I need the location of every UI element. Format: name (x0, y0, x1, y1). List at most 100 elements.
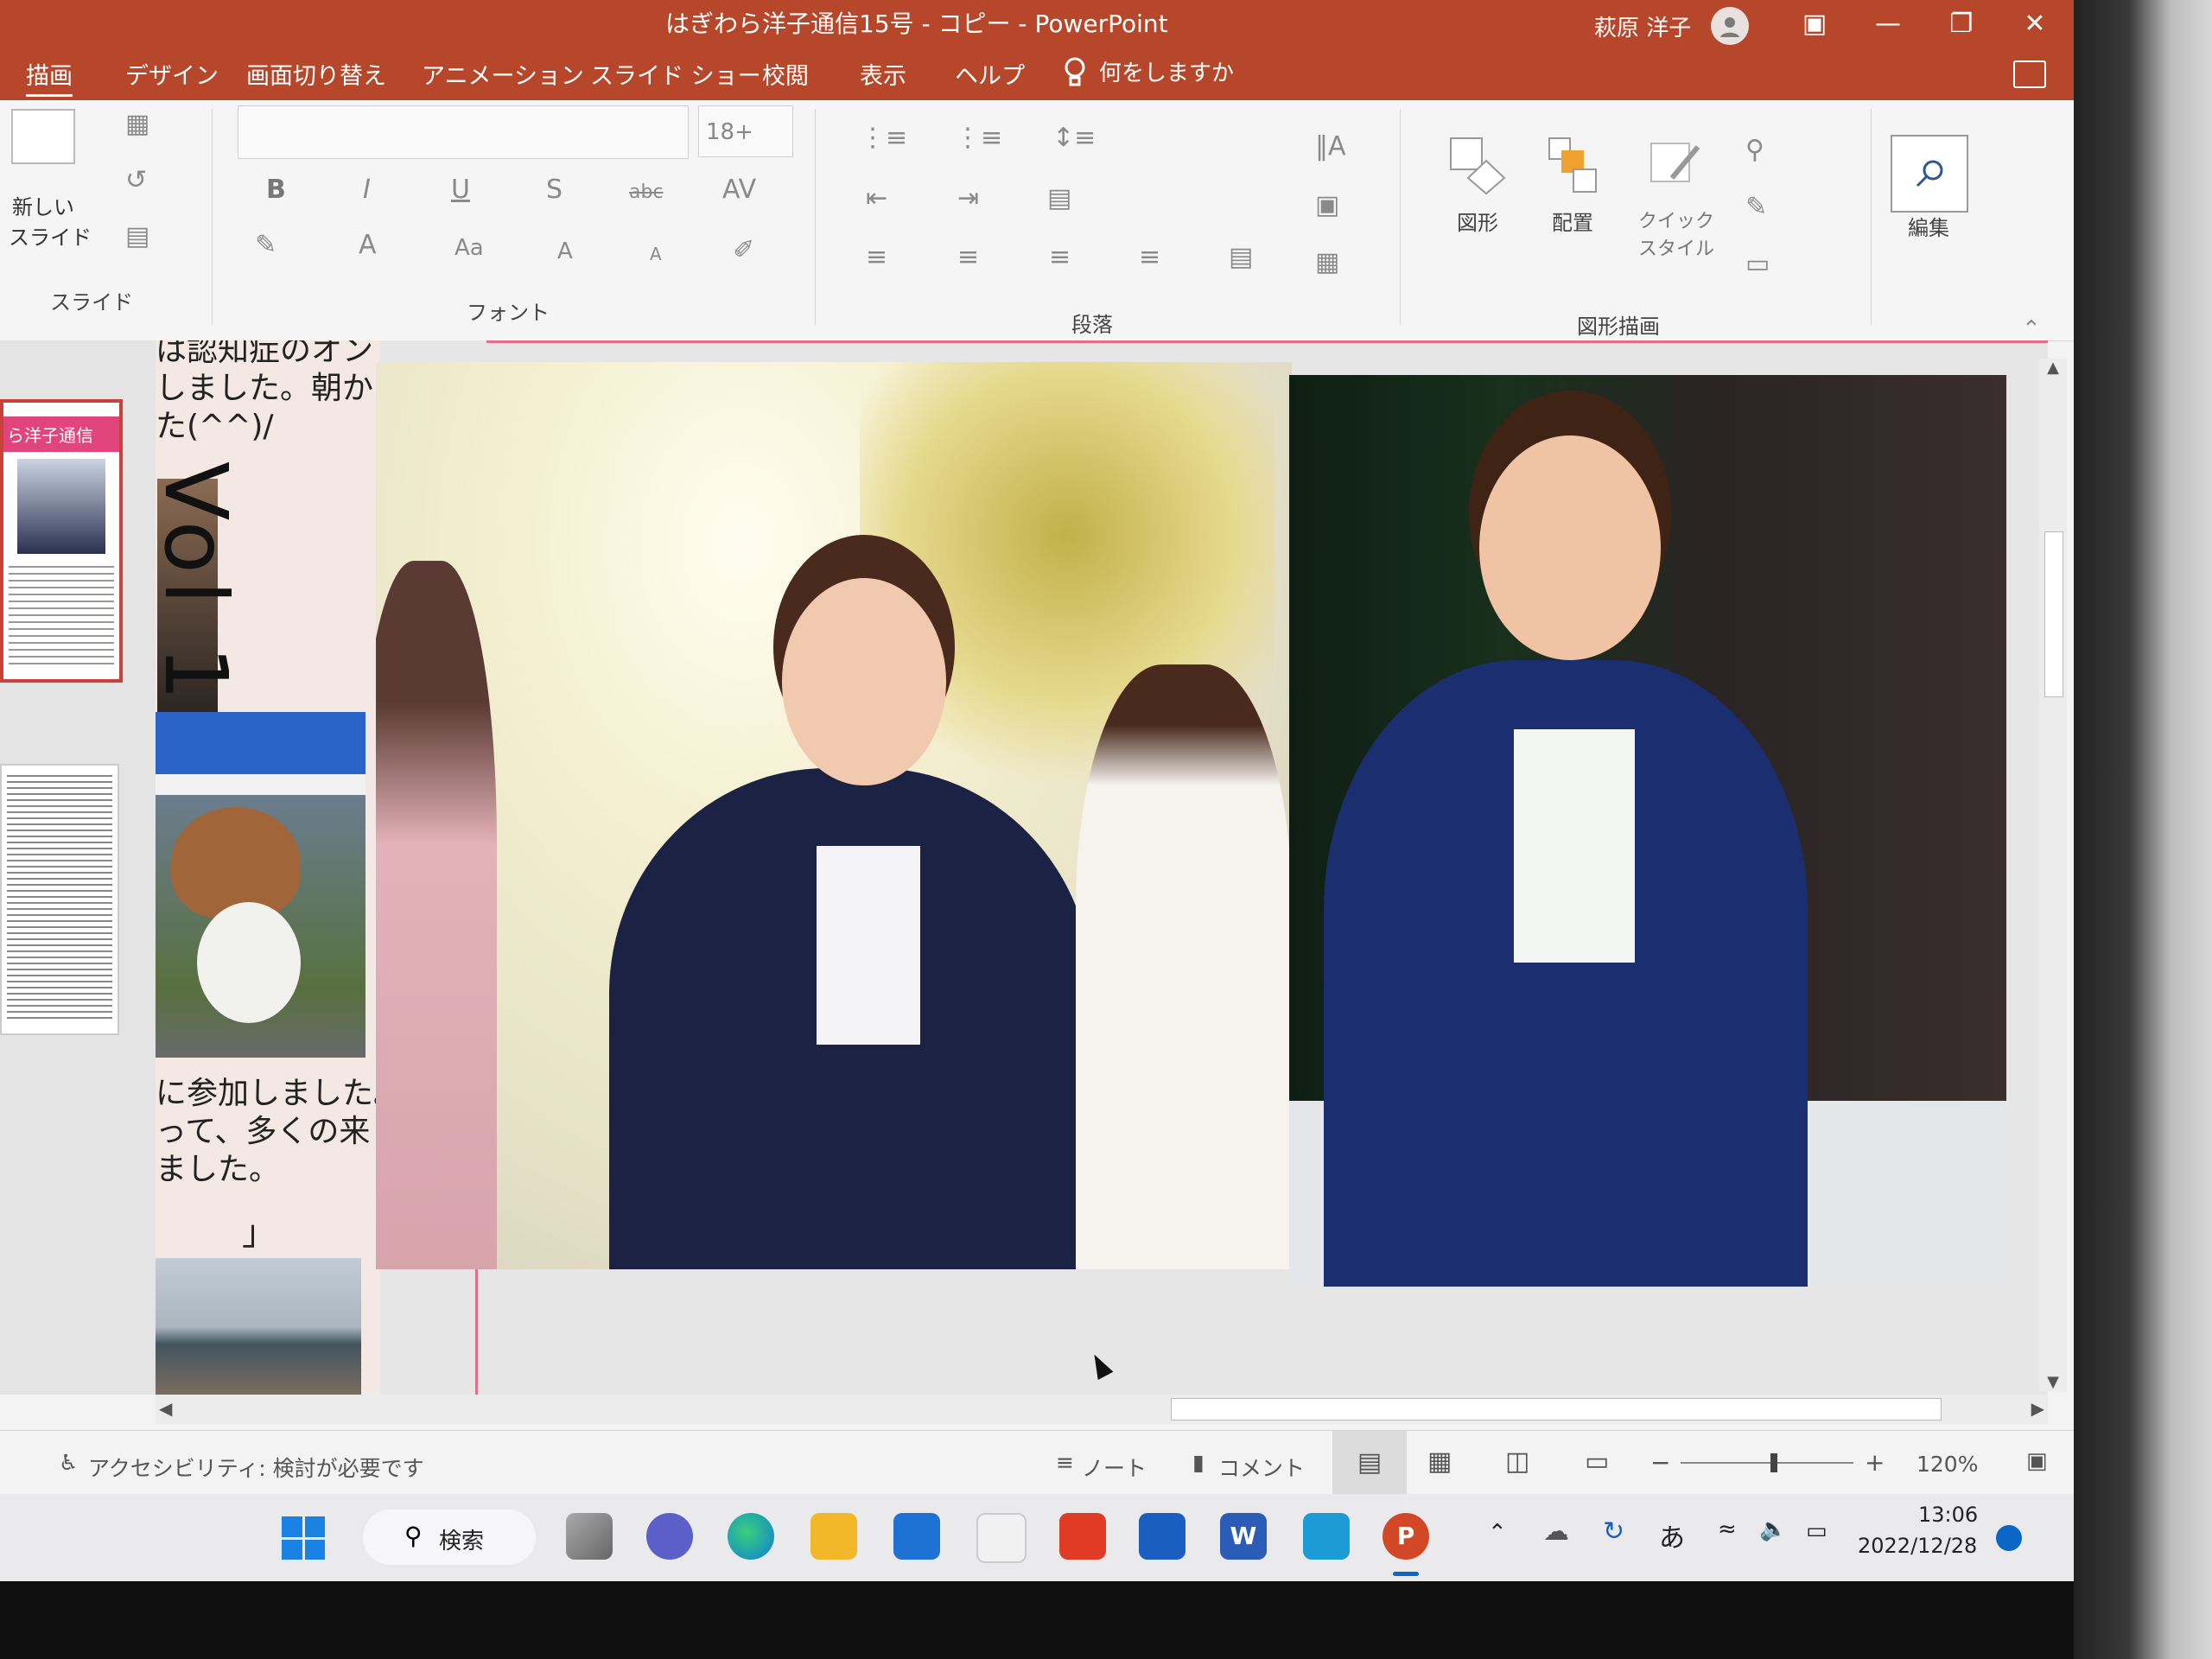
line-spacing-icon[interactable]: ↕≡ (1052, 123, 1096, 153)
start-button[interactable] (282, 1516, 325, 1560)
collapse-ribbon-icon[interactable]: ⌃ (2022, 316, 2041, 342)
tab-help[interactable]: ヘルプ (955, 57, 1025, 91)
sync-icon[interactable]: ↻ (1603, 1516, 1624, 1547)
comments-icon[interactable] (2013, 60, 2046, 88)
shape-effects-icon[interactable]: ▭ (1745, 249, 1770, 279)
powerpoint-icon[interactable]: P (1382, 1513, 1429, 1560)
ime-indicator[interactable]: あ (1659, 1516, 1685, 1554)
strikethrough-button[interactable]: abc (629, 181, 664, 203)
battery-icon[interactable]: ▭ (1806, 1518, 1827, 1544)
office-icon[interactable] (1059, 1513, 1106, 1560)
bullets-icon[interactable]: ⋮≡ (860, 123, 907, 153)
slide-text-top[interactable]: は認知症のオン しました。朝から た(^^)/ (156, 340, 404, 446)
shape-fill-icon[interactable]: ⚲ (1745, 135, 1764, 165)
scroll-thumb[interactable] (2044, 531, 2063, 697)
file-explorer-icon[interactable] (810, 1513, 857, 1560)
ribbon-display-options-icon[interactable]: ▣ (1789, 5, 1840, 43)
user-name[interactable]: 萩原 洋子 (1594, 10, 1691, 42)
clock-date[interactable]: 2022/12/28 (1858, 1534, 1977, 1558)
layout-icon[interactable]: ▦ (125, 109, 149, 139)
restore-button[interactable]: ❐ (1936, 5, 1987, 43)
search-button[interactable]: ⚲ 検索 (363, 1510, 536, 1565)
mail-icon[interactable] (893, 1513, 940, 1560)
accessibility-icon[interactable]: ♿ (59, 1450, 78, 1475)
bold-button[interactable]: B (266, 175, 286, 205)
shapes-button[interactable]: 図形 (1439, 135, 1516, 236)
tab-view[interactable]: 表示 (860, 57, 906, 91)
align-text-vertical-icon[interactable]: ▣ (1315, 190, 1339, 220)
slideshow-view-button[interactable]: ▭ (1585, 1446, 1609, 1477)
font-name-input[interactable] (238, 105, 689, 159)
smartart-icon[interactable]: ▦ (1315, 247, 1339, 277)
horizontal-scrollbar[interactable]: ◀ ▶ (156, 1395, 2048, 1424)
tab-transitions[interactable]: 画面切り替え (246, 57, 386, 91)
notepad-icon[interactable] (1303, 1513, 1350, 1560)
teams-chat-icon[interactable] (646, 1513, 693, 1560)
show-hidden-icons-icon[interactable]: ⌃ (1488, 1520, 1507, 1546)
change-case-button[interactable]: Aa (454, 235, 484, 261)
increase-indent-icon[interactable]: ⇥ (957, 183, 979, 213)
highlight-icon[interactable]: ✎ (255, 230, 276, 260)
slide-vol-text[interactable]: Vol 1 (156, 461, 246, 708)
normal-view-button[interactable]: ▤ (1332, 1431, 1407, 1495)
onedrive-icon[interactable]: ☁ (1543, 1516, 1569, 1547)
slide-thumbnail-1[interactable]: ら洋子通信 (0, 399, 123, 683)
zoom-slider[interactable] (1681, 1453, 1853, 1472)
italic-button[interactable]: I (363, 175, 371, 205)
align-right-icon[interactable]: ≡ (1049, 242, 1071, 272)
task-view-icon[interactable] (566, 1513, 613, 1560)
tab-slideshow[interactable]: スライド ショー (590, 57, 761, 91)
minimize-button[interactable]: — (1862, 5, 1914, 43)
new-slide-button[interactable]: 新しい スライド (9, 109, 92, 251)
grow-font-button[interactable]: A (557, 238, 573, 264)
onenote-app-icon[interactable] (1139, 1513, 1185, 1560)
slide-editor[interactable]: は認知症のオン しました。朝から た(^^)/ Vol 1 に参加しました。 っ… (156, 340, 2048, 1395)
align-center-icon[interactable]: ≡ (957, 242, 979, 272)
edge-browser-icon[interactable] (728, 1513, 774, 1560)
slide-photo-woman-talking[interactable] (376, 362, 1292, 1269)
wifi-icon[interactable]: ≈ (1718, 1516, 1737, 1542)
zoom-level[interactable]: 120% (1916, 1452, 1978, 1477)
arrange-button[interactable]: 配置 (1534, 135, 1611, 236)
slide-photo-woman-standing[interactable] (1289, 375, 2006, 1287)
comments-button[interactable]: コメント (1218, 1452, 1305, 1483)
columns-icon[interactable]: ▤ (1047, 183, 1071, 213)
section-icon[interactable]: ▤ (125, 221, 149, 251)
numbering-icon[interactable]: ⋮≡ (955, 123, 1002, 153)
microsoft-store-icon[interactable] (976, 1513, 1027, 1563)
tab-draw[interactable]: 描画 (26, 57, 73, 97)
reading-view-button[interactable]: ◫ (1505, 1446, 1529, 1477)
clock-time[interactable]: 13:06 (1918, 1503, 1978, 1527)
accessibility-status[interactable]: アクセシビリティ: 検討が必要です (88, 1452, 424, 1483)
font-color-button[interactable]: A (359, 230, 377, 260)
shape-outline-icon[interactable]: ✎ (1745, 192, 1767, 222)
zoom-slider-handle[interactable] (1770, 1453, 1777, 1472)
word-icon[interactable]: W (1220, 1513, 1267, 1560)
decrease-indent-icon[interactable]: ⇤ (866, 183, 887, 213)
close-button[interactable]: ✕ (2009, 5, 2061, 43)
volume-icon[interactable]: 🔈 (1759, 1516, 1787, 1542)
tab-review[interactable]: 校閲 (762, 57, 809, 91)
text-direction-icon[interactable]: ‖A (1315, 131, 1346, 162)
reset-icon[interactable]: ↺ (125, 165, 147, 195)
clear-formatting-icon[interactable]: ✐ (733, 235, 754, 265)
underline-button[interactable]: U (451, 175, 470, 205)
fit-to-window-icon[interactable]: ▣ (2026, 1448, 2048, 1474)
tell-me-box[interactable]: 何をしますか (1063, 55, 1234, 87)
scroll-up-icon[interactable]: ▲ (2039, 359, 2067, 377)
notes-button[interactable]: ノート (1082, 1452, 1147, 1483)
shadow-button[interactable]: S (546, 175, 563, 205)
quick-styles-button[interactable]: クイック スタイル (1629, 135, 1724, 261)
align-text-icon[interactable]: ▤ (1229, 242, 1253, 272)
user-avatar-icon[interactable] (1711, 7, 1749, 45)
shrink-font-button[interactable]: A (650, 244, 662, 264)
justify-icon[interactable]: ≡ (1139, 242, 1160, 272)
slide-photo-sea[interactable] (156, 1258, 361, 1395)
slide-sorter-view-button[interactable]: ▦ (1427, 1446, 1452, 1477)
scroll-thumb[interactable] (1171, 1398, 1942, 1421)
notifications-icon[interactable] (1996, 1525, 2022, 1551)
slide-photo-mascot[interactable] (156, 712, 365, 1058)
vertical-scrollbar[interactable]: ▲ ▼ (2039, 359, 2067, 1391)
zoom-out-button[interactable]: − (1650, 1448, 1670, 1477)
tab-design[interactable]: デザイン (125, 57, 219, 91)
